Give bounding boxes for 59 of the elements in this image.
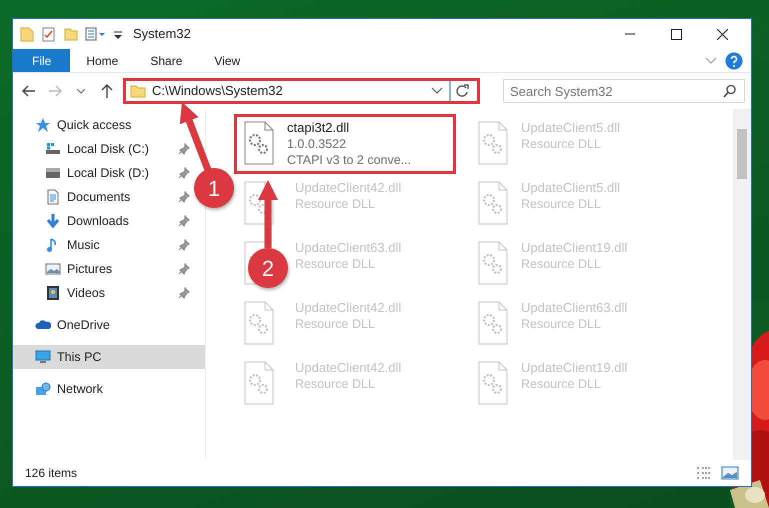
file-detail: Resource DLL bbox=[521, 256, 602, 272]
properties-icon[interactable] bbox=[41, 26, 57, 42]
downloads-icon bbox=[45, 213, 61, 229]
file-detail: CTAPI v3 to 2 conve... bbox=[287, 152, 412, 168]
search-icon bbox=[723, 84, 737, 98]
folder-icon bbox=[130, 83, 146, 99]
pc-icon bbox=[35, 349, 51, 365]
details-view-icon[interactable] bbox=[695, 465, 713, 481]
nav-item[interactable]: Documents bbox=[13, 185, 192, 209]
close-icon bbox=[716, 28, 728, 40]
callout-arrow bbox=[258, 180, 278, 248]
file-detail: Resource DLL bbox=[521, 196, 602, 212]
ribbon-tab[interactable]: Share bbox=[134, 49, 198, 72]
file-detail: Resource DLL bbox=[521, 376, 602, 392]
nav-item[interactable]: Local Disk (D:) bbox=[13, 161, 192, 185]
maximize-icon bbox=[670, 28, 682, 40]
drive-icon bbox=[45, 165, 61, 181]
file-detail: Resource DLL bbox=[295, 376, 376, 392]
file-name: ctapi3t2.dll bbox=[287, 120, 350, 136]
nav-item[interactable]: Quick access bbox=[13, 113, 140, 137]
nav-item[interactable]: OneDrive bbox=[13, 313, 118, 337]
large-icons-view-icon[interactable] bbox=[721, 465, 739, 481]
callout-arrow bbox=[180, 102, 212, 172]
window-title: System32 bbox=[133, 25, 191, 44]
star-icon bbox=[35, 117, 51, 133]
ribbon-tab[interactable]: Home bbox=[70, 49, 134, 72]
pictures-icon bbox=[45, 261, 61, 277]
help-icon[interactable] bbox=[725, 52, 743, 70]
file-detail: Resource DLL bbox=[295, 256, 376, 272]
nav-item[interactable]: Local Disk (C:) bbox=[13, 137, 192, 161]
dropdown-icon[interactable] bbox=[431, 86, 443, 96]
system-drive-icon bbox=[45, 141, 61, 157]
address-path: C:\Windows\System32 bbox=[152, 82, 284, 100]
scrollbar[interactable] bbox=[733, 109, 751, 460]
nav-item[interactable]: Music bbox=[13, 233, 192, 257]
network-icon bbox=[35, 381, 51, 397]
nav-item[interactable]: Videos bbox=[13, 281, 192, 305]
ribbon-tab[interactable]: View bbox=[198, 49, 256, 72]
nav-item[interactable]: Pictures bbox=[13, 257, 192, 281]
nav-item[interactable]: Network bbox=[13, 377, 111, 401]
nav-item[interactable]: Downloads bbox=[13, 209, 192, 233]
documents-icon bbox=[45, 189, 61, 205]
caret-icon bbox=[77, 88, 85, 94]
item-count: 126 items bbox=[25, 465, 78, 482]
minimize-icon bbox=[625, 33, 635, 35]
search-field[interactable]: Search System32 bbox=[503, 79, 745, 103]
view-options-icon[interactable] bbox=[85, 26, 107, 42]
file-detail: Resource DLL bbox=[521, 136, 602, 152]
file-detail: Resource DLL bbox=[295, 316, 376, 332]
file-detail: Resource DLL bbox=[295, 196, 376, 212]
file-item[interactable]: ctapi3t2.dll 1.0.0.3522 CTAPI v3 to 2 conve... bbox=[234, 114, 456, 174]
file-detail: Resource DLL bbox=[521, 316, 602, 332]
file-menu-button[interactable]: File bbox=[13, 49, 70, 72]
scrollbar-thumb[interactable] bbox=[737, 129, 747, 179]
nav-item[interactable]: This PC bbox=[13, 345, 205, 369]
videos-icon bbox=[45, 285, 61, 301]
address-bar[interactable]: C:\Windows\System32 bbox=[123, 78, 480, 104]
expand-ribbon-icon[interactable] bbox=[705, 56, 717, 66]
file-detail: 1.0.0.3522 bbox=[287, 136, 348, 152]
